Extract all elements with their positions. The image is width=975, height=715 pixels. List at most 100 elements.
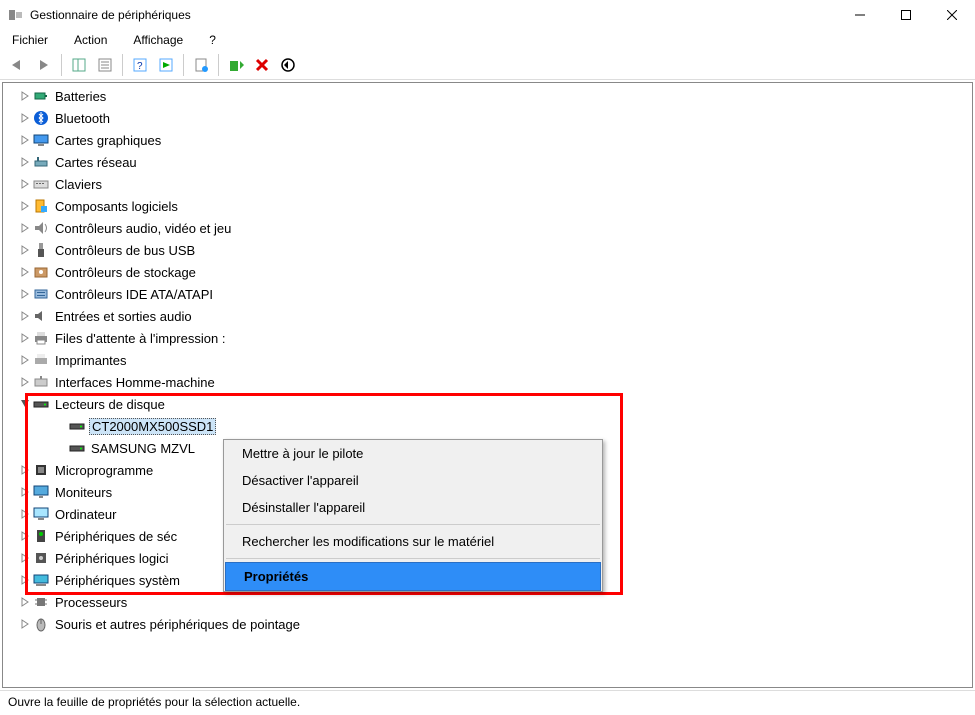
menu-help[interactable]: ? [203, 31, 222, 49]
context-menu-item[interactable]: Mettre à jour le pilote [224, 440, 602, 467]
close-button[interactable] [929, 0, 975, 30]
context-menu-item[interactable]: Désinstaller l'appareil [224, 494, 602, 521]
expand-collapse-icon[interactable] [17, 396, 33, 412]
toolbar: ? [0, 50, 975, 80]
expand-collapse-icon[interactable] [17, 330, 33, 346]
tree-item[interactable]: Cartes réseau [3, 151, 972, 173]
tree-item[interactable]: Composants logiciels [3, 195, 972, 217]
expand-collapse-icon[interactable] [17, 616, 33, 632]
tree-item-label: Bluetooth [53, 110, 112, 127]
tree-item-label: Lecteurs de disque [53, 396, 167, 413]
ide-icon [33, 286, 49, 302]
tree-item[interactable]: Lecteurs de disque [3, 393, 972, 415]
tree-item-label: Moniteurs [53, 484, 114, 501]
action-button[interactable] [154, 53, 178, 77]
show-hide-console-tree-button[interactable] [67, 53, 91, 77]
expand-collapse-icon[interactable] [17, 308, 33, 324]
context-menu-item[interactable]: Rechercher les modifications sur le maté… [224, 528, 602, 555]
maximize-button[interactable] [883, 0, 929, 30]
help-button[interactable]: ? [128, 53, 152, 77]
device-tree-container[interactable]: Batteries Bluetooth Cartes graphiques Carte… [2, 82, 973, 688]
tree-item-label: Contrôleurs audio, vidéo et jeu [53, 220, 233, 237]
expand-collapse-icon[interactable] [17, 572, 33, 588]
expand-collapse-icon[interactable] [17, 528, 33, 544]
scan-hardware-button[interactable] [189, 53, 213, 77]
tree-item-label: Souris et autres périphériques de pointa… [53, 616, 302, 633]
tree-item[interactable]: Files d'attente à l'impression : [3, 327, 972, 349]
expand-collapse-icon[interactable] [17, 132, 33, 148]
expand-collapse-icon[interactable] [17, 176, 33, 192]
expand-collapse-icon[interactable] [17, 484, 33, 500]
software2-icon [33, 550, 49, 566]
expand-collapse-icon[interactable] [17, 506, 33, 522]
speaker-icon [33, 308, 49, 324]
tree-item[interactable]: Contrôleurs de bus USB [3, 239, 972, 261]
tree-item[interactable]: Contrôleurs de stockage [3, 261, 972, 283]
tree-item-label: Périphériques de séc [53, 528, 179, 545]
disk-icon [69, 440, 85, 456]
tree-item[interactable]: Imprimantes [3, 349, 972, 371]
system-icon [33, 572, 49, 588]
expand-collapse-icon[interactable] [17, 462, 33, 478]
context-menu-item[interactable]: Désactiver l'appareil [224, 467, 602, 494]
expand-collapse-icon[interactable] [17, 110, 33, 126]
storage-icon [33, 264, 49, 280]
battery-icon [33, 88, 49, 104]
window-title: Gestionnaire de périphériques [30, 8, 837, 22]
uninstall-device-button[interactable] [250, 53, 274, 77]
menu-view[interactable]: Affichage [127, 31, 189, 49]
expand-collapse-icon[interactable] [17, 154, 33, 170]
computer-icon [33, 506, 49, 522]
expand-collapse-icon[interactable] [17, 550, 33, 566]
menu-action[interactable]: Action [68, 31, 113, 49]
tree-item[interactable]: Processeurs [3, 591, 972, 613]
expand-collapse-icon[interactable] [17, 594, 33, 610]
tree-item[interactable]: Batteries [3, 85, 972, 107]
context-menu-separator [226, 558, 600, 559]
tree-item[interactable]: Claviers [3, 173, 972, 195]
expand-collapse-icon[interactable] [17, 374, 33, 390]
svg-text:?: ? [137, 61, 143, 72]
context-menu-item[interactable]: Propriétés [225, 562, 601, 591]
expand-collapse-icon[interactable] [17, 242, 33, 258]
network-icon [33, 154, 49, 170]
tree-item[interactable]: Entrées et sorties audio [3, 305, 972, 327]
tree-item-label: Interfaces Homme-machine [53, 374, 217, 391]
tree-item-label: Files d'attente à l'impression : [53, 330, 227, 347]
cpu-icon [33, 594, 49, 610]
disable-device-button[interactable] [276, 53, 300, 77]
tree-item-label: Périphériques logici [53, 550, 170, 567]
menu-file[interactable]: Fichier [6, 31, 54, 49]
tree-item[interactable]: Souris et autres périphériques de pointa… [3, 613, 972, 635]
expand-collapse-icon[interactable] [17, 352, 33, 368]
security-icon [33, 528, 49, 544]
toolbar-separator [61, 54, 62, 76]
usb-icon [33, 242, 49, 258]
monitor-icon [33, 484, 49, 500]
context-menu-separator [226, 524, 600, 525]
properties-button[interactable] [93, 53, 117, 77]
expand-collapse-icon[interactable] [17, 264, 33, 280]
tree-item-label: Ordinateur [53, 506, 118, 523]
statusbar-text: Ouvre la feuille de propriétés pour la s… [8, 695, 300, 709]
tree-item-label: Batteries [53, 88, 108, 105]
minimize-button[interactable] [837, 0, 883, 30]
tree-item[interactable]: Contrôleurs IDE ATA/ATAPI [3, 283, 972, 305]
tree-item-label: Contrôleurs IDE ATA/ATAPI [53, 286, 215, 303]
expand-collapse-icon[interactable] [17, 286, 33, 302]
tree-item[interactable]: Interfaces Homme-machine [3, 371, 972, 393]
display-icon [33, 132, 49, 148]
expand-collapse-icon[interactable] [17, 88, 33, 104]
tree-item[interactable]: Bluetooth [3, 107, 972, 129]
update-driver-button[interactable] [224, 53, 248, 77]
back-button[interactable] [6, 53, 30, 77]
forward-button[interactable] [32, 53, 56, 77]
tree-item[interactable]: Contrôleurs audio, vidéo et jeu [3, 217, 972, 239]
expand-collapse-icon[interactable] [17, 198, 33, 214]
keyboard-icon [33, 176, 49, 192]
expand-collapse-icon[interactable] [17, 220, 33, 236]
tree-item-label: Contrôleurs de bus USB [53, 242, 197, 259]
tree-item[interactable]: Cartes graphiques [3, 129, 972, 151]
tree-item[interactable]: CT2000MX500SSD1 [3, 415, 972, 437]
tree-item-label: Cartes réseau [53, 154, 139, 171]
